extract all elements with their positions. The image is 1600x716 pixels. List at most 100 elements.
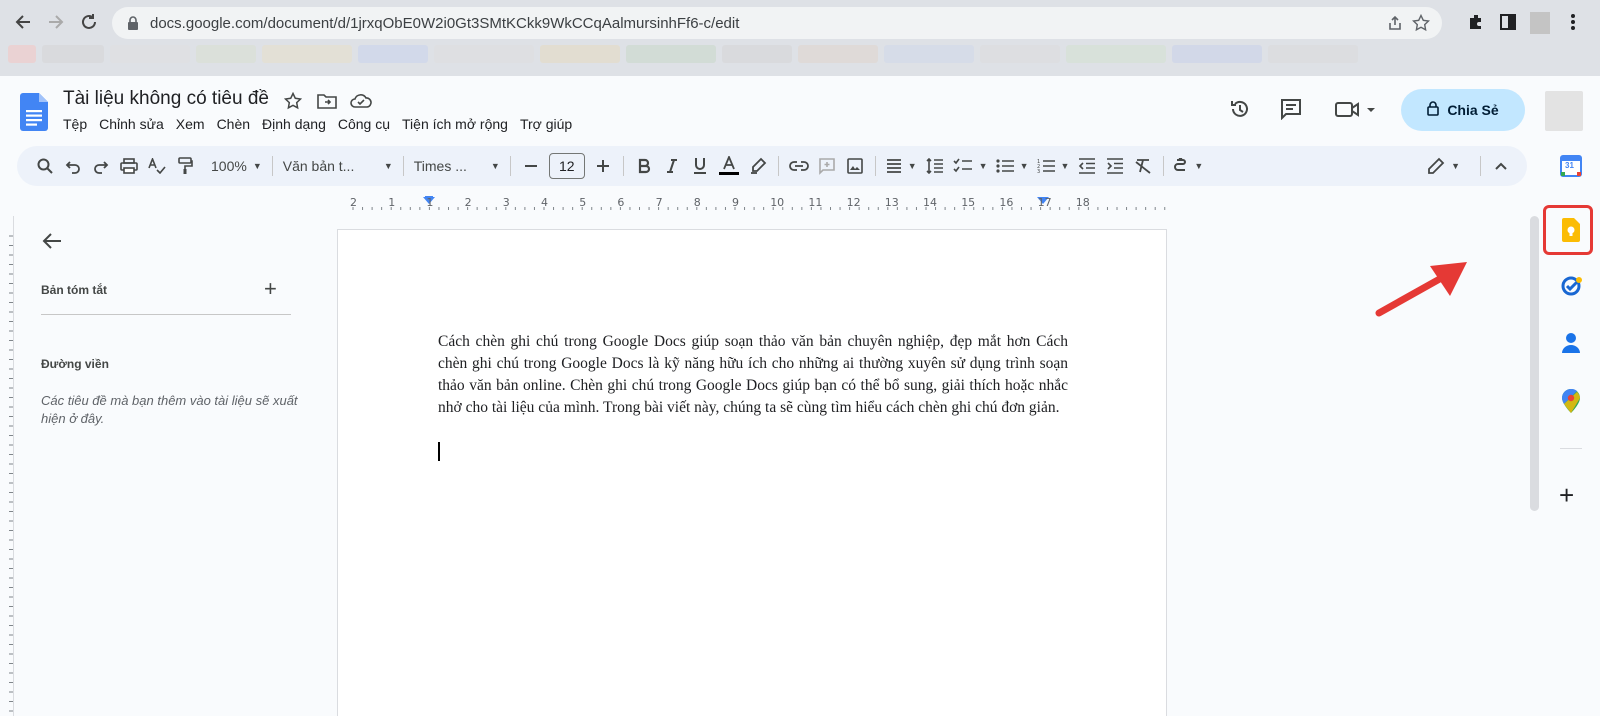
bulleted-list-icon[interactable]: ▼: [992, 152, 1033, 180]
collapse-toolbar-icon[interactable]: [1487, 152, 1515, 180]
text-cursor: [438, 442, 440, 461]
insert-link-icon[interactable]: [785, 152, 813, 180]
horizontal-ruler[interactable]: 2 1 1 2 3 4 5 6 7 8 9 10 11 12 13 14 15 16 17 18: [337, 194, 1167, 212]
zoom-value: 100%: [211, 158, 247, 174]
checklist-icon[interactable]: ▼: [949, 152, 992, 180]
ruler-label: 2: [464, 196, 472, 209]
comments-icon[interactable]: [1278, 96, 1304, 122]
extensions-icon[interactable]: [1463, 9, 1489, 35]
calendar-icon[interactable]: 31: [1557, 152, 1585, 180]
text-color-icon[interactable]: [714, 152, 744, 180]
print-icon[interactable]: [115, 152, 143, 180]
bookmark[interactable]: [626, 45, 716, 63]
line-spacing-icon[interactable]: [921, 152, 949, 180]
bookmark[interactable]: [196, 45, 256, 63]
bookmark[interactable]: [1066, 45, 1166, 63]
vertical-ruler[interactable]: [0, 216, 14, 716]
paint-format-icon[interactable]: [171, 152, 199, 180]
ruler-label: 7: [655, 196, 663, 209]
forward-icon[interactable]: [43, 9, 69, 35]
insert-image-icon[interactable]: [841, 152, 869, 180]
font-size-input[interactable]: 12: [548, 153, 585, 179]
vertical-ruler-ticks: [9, 235, 13, 712]
profile-avatar[interactable]: [1530, 12, 1550, 34]
bookmark[interactable]: [434, 45, 534, 63]
search-menus-icon[interactable]: [31, 152, 59, 180]
italic-icon[interactable]: [658, 152, 686, 180]
cloud-status-icon[interactable]: [350, 90, 372, 112]
docs-logo-icon[interactable]: [20, 93, 48, 131]
menu-help[interactable]: Trợ giúp: [514, 114, 578, 134]
outline-heading: Đường viền: [41, 357, 109, 371]
font-select[interactable]: Times ... ▼: [410, 152, 504, 180]
reload-icon[interactable]: [76, 9, 102, 35]
star-icon[interactable]: [1408, 10, 1434, 36]
decrease-font-size-icon[interactable]: [517, 152, 545, 180]
highlight-color-icon[interactable]: [744, 152, 772, 180]
address-bar[interactable]: docs.google.com/document/d/1jrxqObE0W2i0…: [112, 7, 1442, 39]
spellcheck-icon[interactable]: [143, 152, 171, 180]
version-history-icon[interactable]: [1227, 96, 1253, 122]
bookmark[interactable]: [358, 45, 428, 63]
paragraph-style-select[interactable]: Văn bản t... ▼: [279, 152, 397, 180]
contacts-icon[interactable]: [1557, 329, 1585, 357]
side-panel-icon[interactable]: [1495, 9, 1521, 35]
add-comment-icon[interactable]: [813, 152, 841, 180]
meet-icon[interactable]: [1333, 96, 1379, 122]
bookmarks-bar: [0, 42, 1600, 66]
bookmark[interactable]: [1172, 45, 1262, 63]
bookmark[interactable]: [884, 45, 974, 63]
numbered-list-icon[interactable]: 1 2 3 ▼: [1033, 152, 1074, 180]
formatting-toolbar: 100% ▼ Văn bản t... ▼ Times ... ▼ 12 ▼ ▼…: [17, 146, 1527, 186]
share-page-icon[interactable]: [1382, 10, 1408, 36]
bookmark[interactable]: [722, 45, 792, 63]
bookmark[interactable]: [262, 45, 352, 63]
scrollbar[interactable]: [1530, 216, 1539, 511]
menu-view[interactable]: Xem: [170, 114, 211, 134]
menu-insert[interactable]: Chèn: [211, 114, 256, 134]
bold-icon[interactable]: [630, 152, 658, 180]
add-summary-button[interactable]: +: [264, 276, 277, 302]
menu-format[interactable]: Định dạng: [256, 114, 332, 134]
increase-indent-icon[interactable]: [1101, 152, 1129, 180]
share-button[interactable]: Chia Sẻ: [1401, 89, 1525, 131]
menu-edit[interactable]: Chỉnh sửa: [93, 114, 170, 134]
maps-icon[interactable]: [1557, 387, 1585, 415]
back-icon[interactable]: [10, 9, 36, 35]
tasks-icon[interactable]: [1557, 272, 1585, 300]
editing-mode-icon[interactable]: ▼: [1423, 152, 1464, 180]
menu-file[interactable]: Tệp: [57, 114, 93, 134]
summary-heading: Bản tóm tắt: [41, 283, 107, 297]
undo-icon[interactable]: [59, 152, 87, 180]
redo-icon[interactable]: [87, 152, 115, 180]
clear-formatting-icon[interactable]: [1129, 152, 1157, 180]
increase-font-size-icon[interactable]: [589, 152, 617, 180]
keep-icon[interactable]: [1557, 216, 1585, 244]
underline-icon[interactable]: [686, 152, 714, 180]
bookmark[interactable]: [110, 45, 190, 63]
decrease-indent-icon[interactable]: [1073, 152, 1101, 180]
menu-icon[interactable]: [1560, 9, 1586, 35]
align-icon[interactable]: ▼: [882, 152, 921, 180]
bookmark[interactable]: [798, 45, 878, 63]
star-icon[interactable]: [282, 90, 304, 112]
ruler-label: 11: [808, 196, 823, 209]
bookmark[interactable]: [1268, 45, 1358, 63]
zoom-select[interactable]: 100% ▼: [207, 152, 266, 180]
font-value: Times ...: [413, 158, 467, 174]
bookmark[interactable]: [42, 45, 104, 63]
input-tools-icon[interactable]: ▼: [1170, 152, 1207, 180]
ruler-label: 2: [350, 196, 357, 209]
bookmark[interactable]: [8, 45, 36, 63]
account-avatar[interactable]: [1545, 91, 1583, 131]
document-title[interactable]: Tài liệu không có tiêu đề: [63, 88, 269, 110]
bookmark[interactable]: [540, 45, 620, 63]
close-outline-icon[interactable]: [40, 229, 64, 253]
bookmark[interactable]: [980, 45, 1060, 63]
menu-tools[interactable]: Công cụ: [332, 114, 396, 134]
get-addons-button[interactable]: +: [1559, 480, 1574, 511]
document-paragraph[interactable]: Cách chèn ghi chú trong Google Docs giúp…: [438, 331, 1068, 419]
move-folder-icon[interactable]: [316, 90, 338, 112]
document-page[interactable]: Cách chèn ghi chú trong Google Docs giúp…: [337, 229, 1167, 716]
menu-extensions[interactable]: Tiện ích mở rộng: [396, 114, 514, 134]
